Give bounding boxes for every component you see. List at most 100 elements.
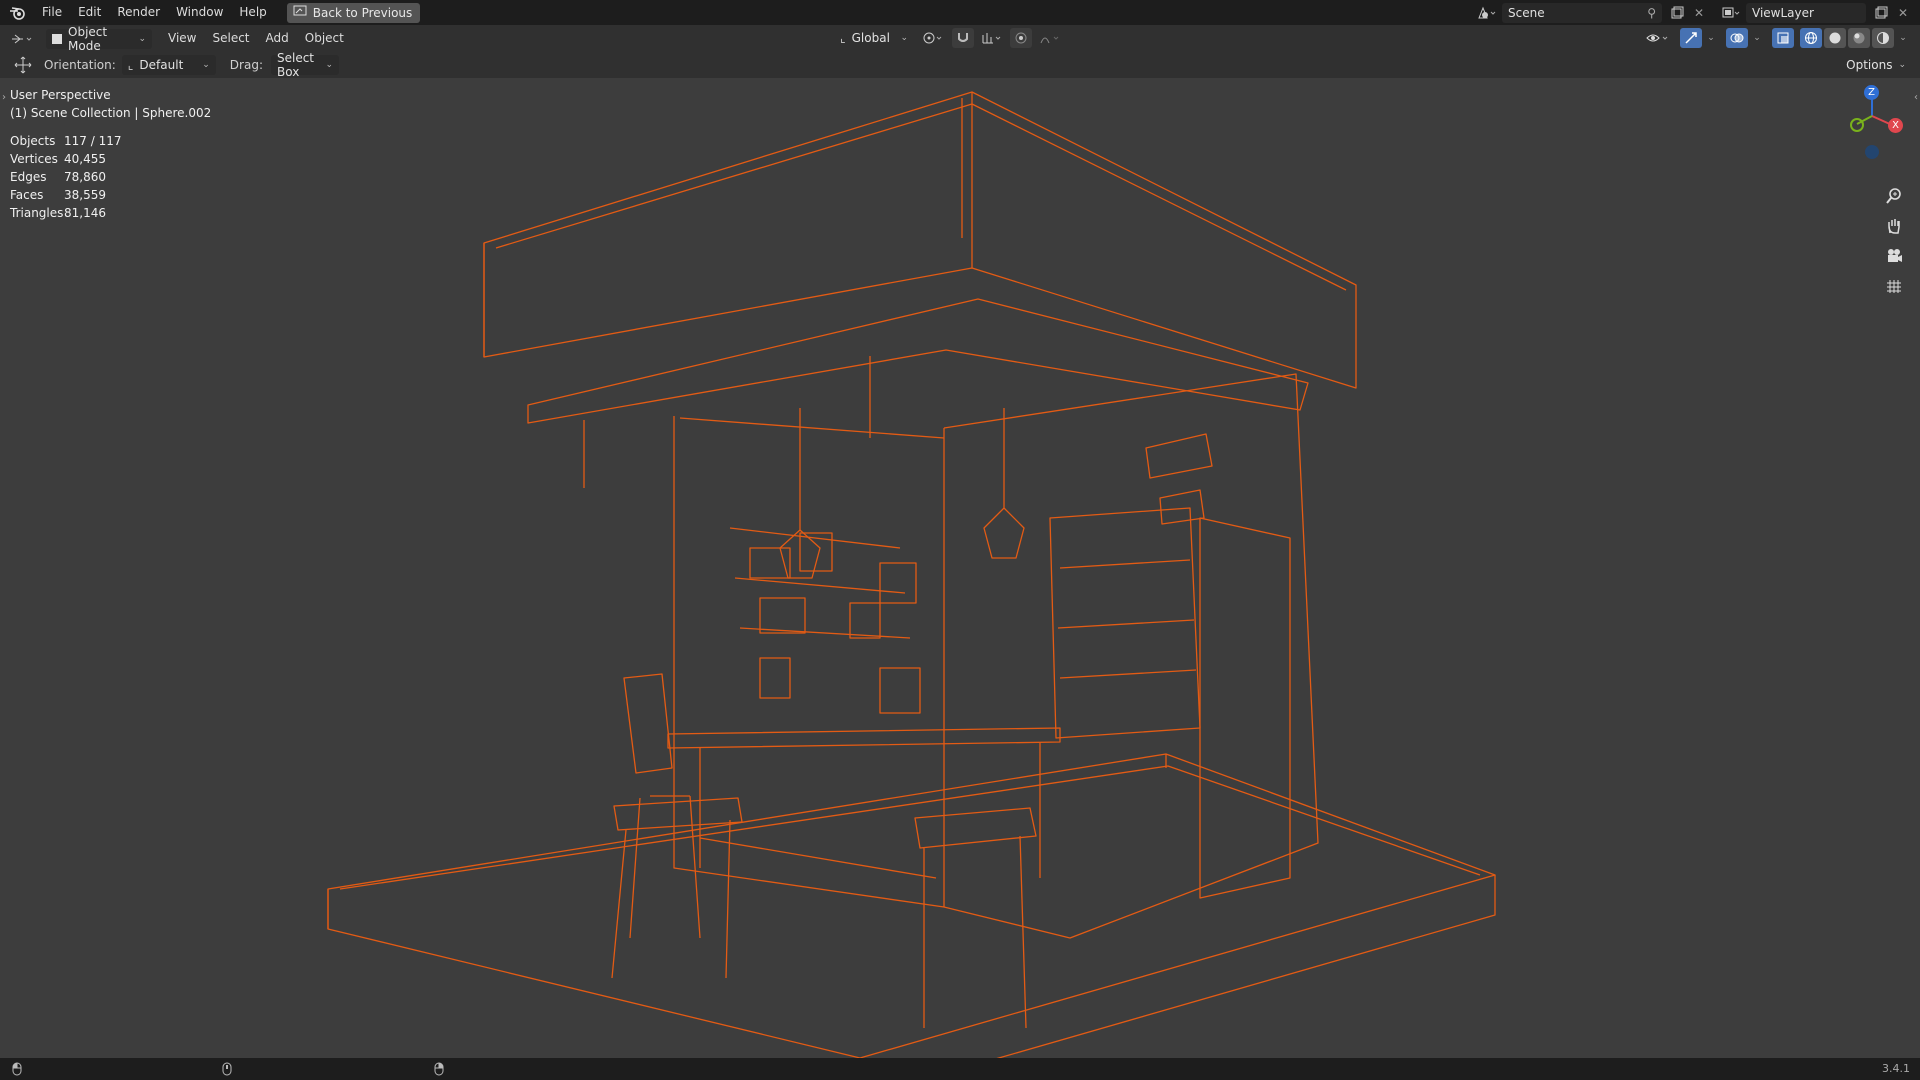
status-bar: 3.4.1: [0, 1058, 1920, 1080]
transform-orientation-dropdown[interactable]: ⌞ Global ⌄: [834, 28, 914, 48]
view-layer-icon[interactable]: [1716, 3, 1746, 23]
stat-value: 117 / 117: [64, 134, 122, 148]
gizmo-x-label: X: [1892, 120, 1899, 131]
gizmo-z-axis[interactable]: Z: [1864, 85, 1879, 100]
object-mode-icon: [52, 33, 62, 44]
menu-select[interactable]: Select: [204, 26, 257, 51]
menu-add[interactable]: Add: [258, 26, 297, 51]
drag-label: Drag:: [229, 58, 263, 72]
gizmo-dropdown-icon[interactable]: ⌄: [1704, 28, 1718, 48]
material-shading-icon[interactable]: [1848, 28, 1870, 48]
snap-toggle-icon[interactable]: [952, 28, 974, 48]
overlays-dropdown-icon[interactable]: ⌄: [1750, 28, 1764, 48]
menu-help[interactable]: Help: [231, 0, 274, 25]
delete-scene-icon[interactable]: ✕: [1688, 3, 1710, 23]
top-bar: File Edit Render Window Help Back to Pre…: [0, 0, 1920, 25]
drag-dropdown[interactable]: Select Box ⌄: [270, 51, 339, 79]
right-header-tools: ⌄ ⌄ ⌄: [1642, 28, 1910, 48]
menu-file[interactable]: File: [34, 0, 70, 25]
menu-object[interactable]: Object: [297, 26, 352, 51]
gizmo-toggle-icon[interactable]: [1680, 28, 1702, 48]
rendered-shading-icon[interactable]: [1872, 28, 1894, 48]
new-view-layer-icon[interactable]: [1870, 3, 1892, 23]
camera-icon[interactable]: [1880, 242, 1908, 270]
back-to-previous-button[interactable]: Back to Previous: [286, 2, 421, 23]
gizmo-z-label: Z: [1868, 87, 1875, 98]
back-to-previous-label: Back to Previous: [312, 5, 413, 20]
tool-header: Orientation: ⌞ Default ⌄ Drag: Select Bo…: [0, 51, 1920, 79]
chevron-down-icon: ⌄: [325, 60, 333, 70]
overlays-toggle-icon[interactable]: [1726, 28, 1748, 48]
navigation-gizmo[interactable]: Z X: [1820, 78, 1920, 178]
menu-window[interactable]: Window: [168, 0, 231, 25]
options-label: Options: [1846, 58, 1893, 72]
stat-label: Vertices: [10, 152, 58, 166]
chevron-down-icon: ⌄: [202, 60, 210, 70]
mode-dropdown[interactable]: Object Mode ⌄: [46, 25, 152, 53]
scene-icon[interactable]: [1472, 3, 1502, 23]
drag-value: Select Box: [276, 51, 315, 79]
sidebar-toggle-icon[interactable]: ‹: [1914, 92, 1918, 103]
snap-increment-icon[interactable]: [978, 28, 1006, 48]
scene-name: Scene: [1508, 5, 1545, 20]
orientation-global-label: Global: [851, 31, 890, 45]
move-tool-icon[interactable]: [6, 55, 40, 75]
view-layer-name: ViewLayer: [1752, 5, 1814, 20]
solid-shading-icon[interactable]: [1824, 28, 1846, 48]
toolbar-toggle-icon[interactable]: ›: [2, 92, 6, 103]
menu-render[interactable]: Render: [109, 0, 168, 25]
falloff-curve-icon[interactable]: [1036, 28, 1064, 48]
shading-dropdown-icon[interactable]: ⌄: [1896, 28, 1910, 48]
pivot-point-icon[interactable]: [918, 28, 948, 48]
chevron-down-icon: ⌄: [900, 33, 908, 43]
menu-view[interactable]: View: [160, 26, 204, 51]
orientation-value: Default: [139, 58, 184, 72]
mouse-left-icon: [12, 1062, 22, 1079]
3d-viewport[interactable]: User Perspective (1) Scene Collection | …: [0, 78, 1920, 1058]
stat-value: 38,559: [64, 188, 106, 202]
stat-row: Triangles 81,146: [10, 204, 121, 222]
stat-row: Edges 78,860: [10, 168, 121, 186]
stat-value: 81,146: [64, 206, 106, 220]
blender-logo-icon[interactable]: [0, 0, 34, 25]
screen-icon: [293, 5, 307, 20]
stat-value: 78,860: [64, 170, 106, 184]
xray-toggle-icon[interactable]: [1772, 28, 1794, 48]
visibility-icon[interactable]: [1642, 28, 1674, 48]
stat-label: Edges: [10, 170, 47, 184]
stat-row: Faces 38,559: [10, 186, 121, 204]
chevron-down-icon: ⌄: [138, 33, 146, 44]
scene-selector-area: Scene ⚲ ✕ ViewLayer ✕: [1472, 0, 1920, 25]
orientation-label: Orientation:: [44, 58, 116, 72]
view-layer-field[interactable]: ViewLayer: [1746, 2, 1866, 23]
new-scene-icon[interactable]: [1666, 3, 1688, 23]
orientation-dropdown[interactable]: ⌞ Default ⌄: [121, 55, 216, 75]
menu-edit[interactable]: Edit: [70, 0, 109, 25]
editor-type-icon[interactable]: [6, 29, 40, 49]
stat-row: Vertices 40,455: [10, 150, 121, 168]
wireframe-shading-icon[interactable]: [1800, 28, 1822, 48]
perspective-label: User Perspective: [10, 88, 111, 102]
viewport-header: Object Mode ⌄ View Select Add Object ⌞ G…: [0, 25, 1920, 53]
viewport-info: User Perspective (1) Scene Collection | …: [10, 86, 211, 122]
options-dropdown[interactable]: Options ⌄: [1840, 55, 1912, 75]
stat-row: Objects 117 / 117: [10, 132, 121, 150]
hand-icon[interactable]: [1880, 212, 1908, 240]
stat-label: Faces: [10, 188, 44, 202]
center-header-tools: ⌞ Global ⌄: [834, 28, 1064, 48]
stat-label: Objects: [10, 134, 56, 148]
orientation-axes-icon: ⌞: [127, 58, 134, 72]
zoom-icon[interactable]: [1880, 182, 1908, 210]
pin-icon[interactable]: ⚲: [1647, 6, 1656, 20]
scene-field[interactable]: Scene ⚲: [1502, 2, 1662, 23]
scene-statistics: Objects 117 / 117 Vertices 40,455 Edges 78,…: [10, 132, 121, 222]
gizmo-x-axis[interactable]: X: [1888, 118, 1903, 133]
delete-view-layer-icon[interactable]: ✕: [1892, 3, 1914, 23]
chevron-down-icon: ⌄: [1898, 60, 1906, 70]
mouse-middle-icon: [222, 1062, 232, 1079]
stat-value: 40,455: [64, 152, 106, 166]
mouse-right-icon: [434, 1062, 444, 1079]
collection-label: (1) Scene Collection | Sphere.002: [10, 106, 212, 120]
proportional-editing-icon[interactable]: [1010, 28, 1032, 48]
grid-icon[interactable]: [1880, 272, 1908, 300]
